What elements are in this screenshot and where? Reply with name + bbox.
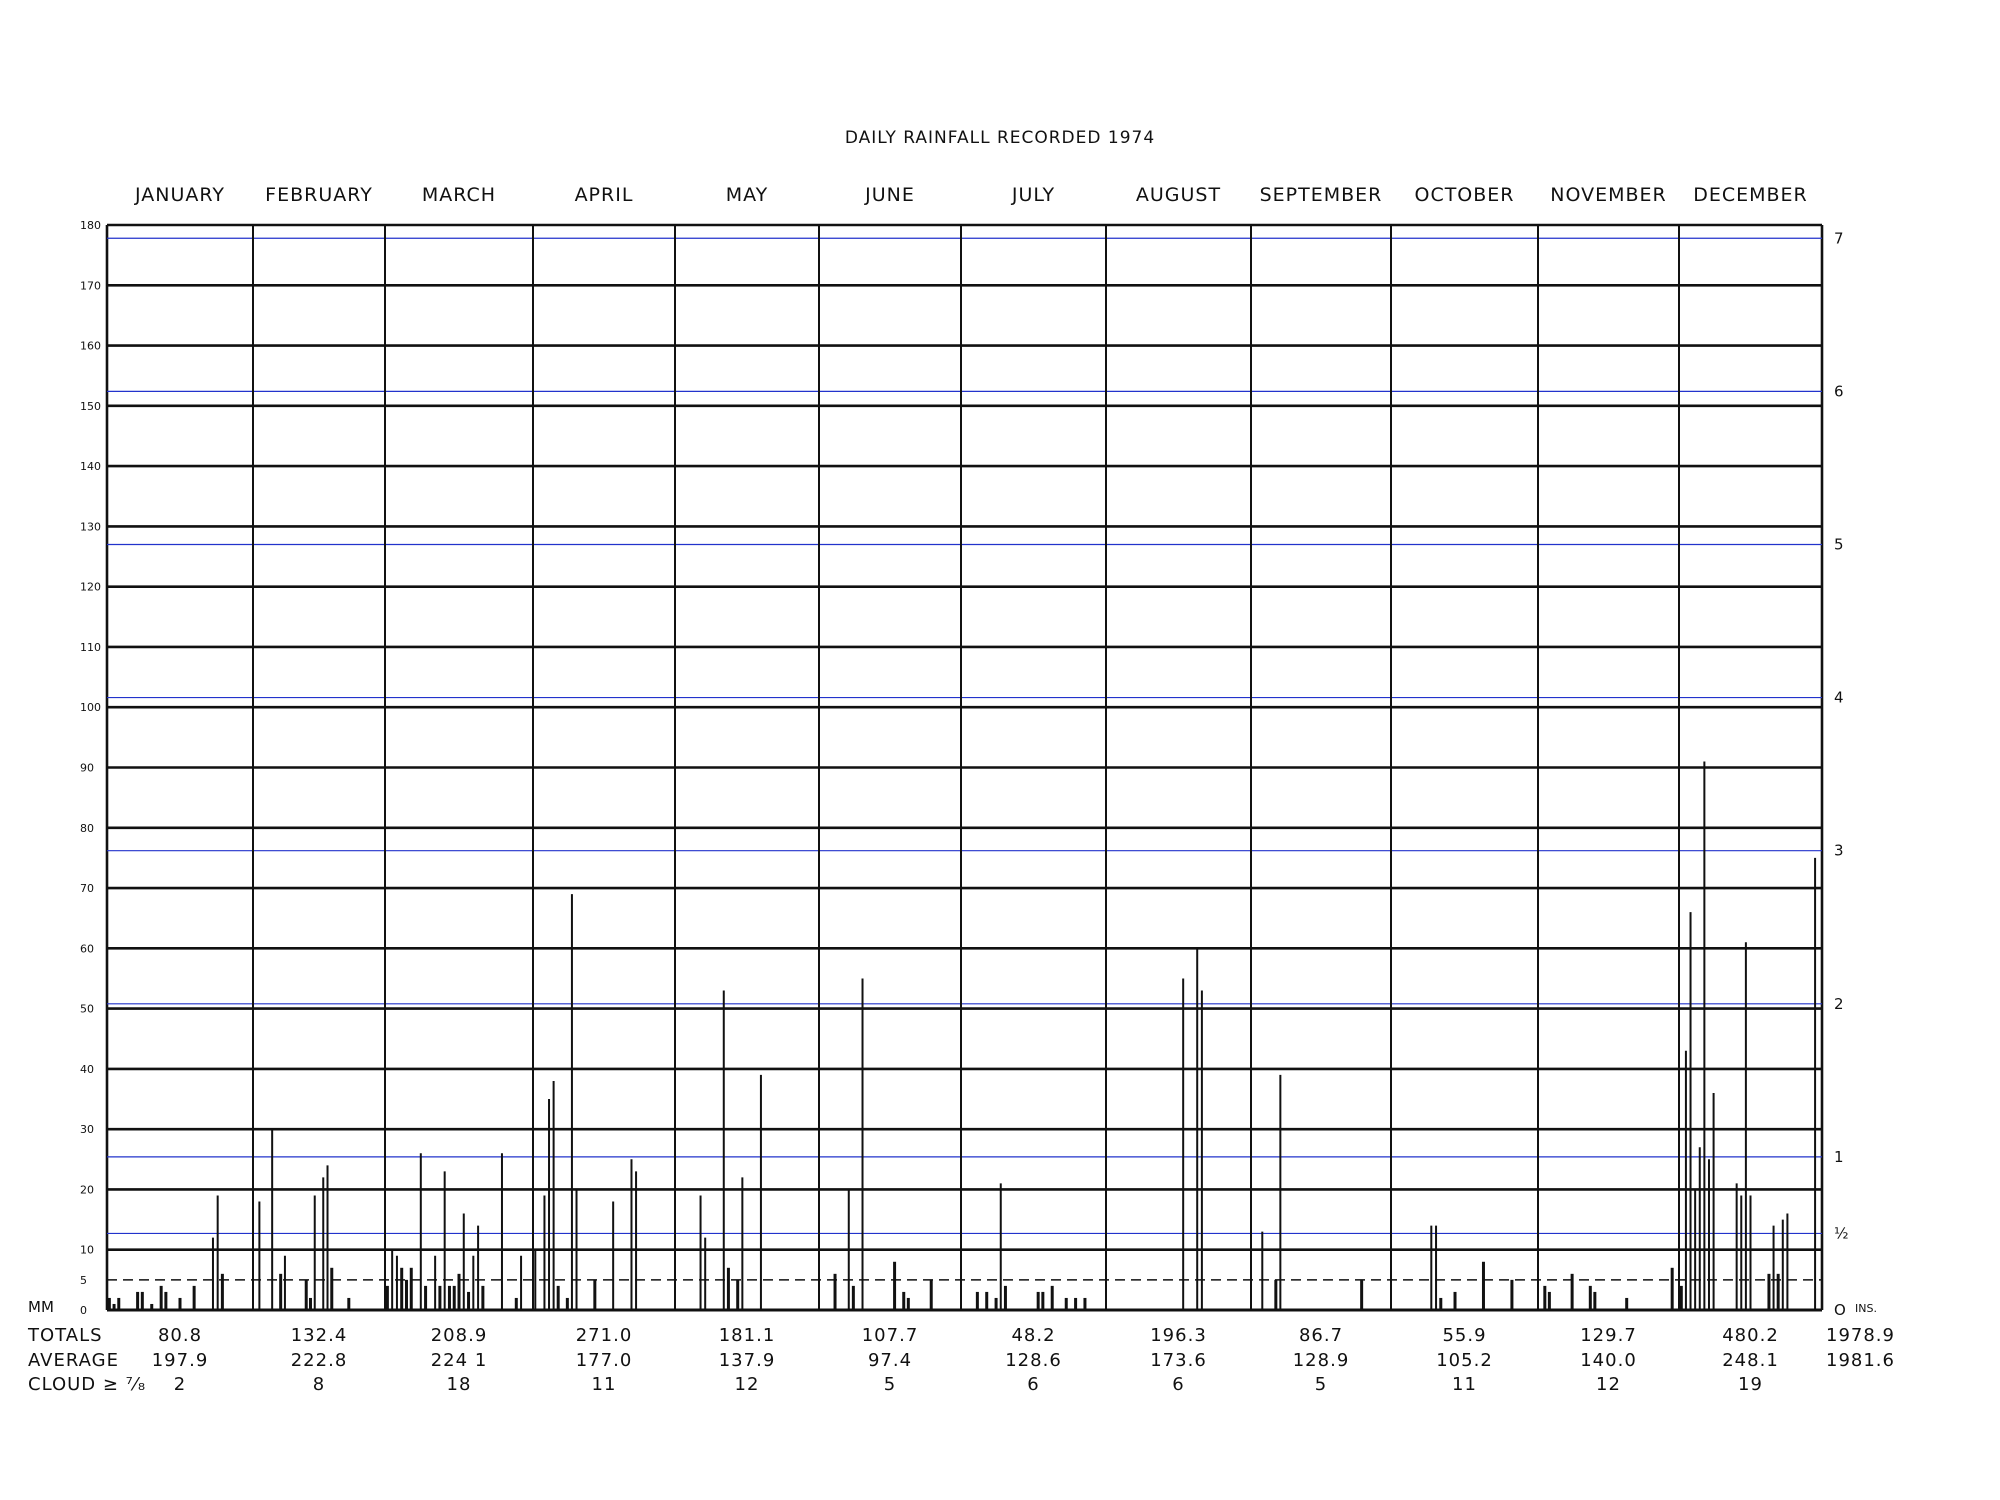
cloud-value-june: 5 <box>883 1374 897 1395</box>
month-header-july: JULY <box>1011 184 1056 206</box>
totals-value-december: 480.2 <box>1722 1325 1779 1346</box>
tick-label-20: 20 <box>80 1183 94 1196</box>
cloud-value-august: 6 <box>1172 1374 1185 1395</box>
tick-label-50: 50 <box>80 1003 94 1016</box>
average-value-april: 177.0 <box>575 1350 633 1371</box>
tick-label-60: 60 <box>80 942 94 955</box>
inch-label-5: 5 <box>1834 535 1844 553</box>
inch-axis-labels: O ½ 1 2 3 4 5 6 7 <box>1834 229 1849 1319</box>
average-value-june: 97.4 <box>867 1350 913 1371</box>
average-value-july: 128.6 <box>1005 1350 1062 1371</box>
totals-value-february: 132.4 <box>290 1325 348 1346</box>
tick-label-80: 80 <box>80 822 94 835</box>
average-value-november: 140.0 <box>1580 1350 1637 1371</box>
totals-value-june: 107.7 <box>861 1325 919 1346</box>
tick-label-140: 140 <box>80 460 101 473</box>
tick-label-120: 120 <box>80 581 101 594</box>
month-header-january: JANUARY <box>135 184 225 206</box>
month-header-april: APRIL <box>574 184 634 206</box>
tick-label-110: 110 <box>80 641 101 654</box>
average-value-may: 137.9 <box>718 1350 776 1371</box>
average-value-august: 173.6 <box>1150 1350 1207 1371</box>
inch-label-3: 3 <box>1834 842 1844 860</box>
average-value-september: 128.9 <box>1292 1350 1350 1371</box>
average-value-february: 222.8 <box>290 1350 348 1371</box>
cloud-value-april: 11 <box>591 1374 617 1395</box>
cloud-value-february: 8 <box>312 1374 326 1395</box>
inch-label-0.5: ½ <box>1834 1224 1849 1242</box>
totals-value-october: 55.9 <box>1442 1325 1487 1346</box>
totals-value-may: 181.1 <box>718 1325 776 1346</box>
month-header-august: AUGUST <box>1135 184 1222 206</box>
average-label: AVERAGE <box>28 1350 119 1371</box>
inch-grid <box>107 237 1822 1235</box>
tick-label-90: 90 <box>80 762 94 775</box>
tick-label-150: 150 <box>80 400 101 413</box>
totals-value-august: 196.3 <box>1150 1325 1207 1346</box>
inch-label-7: 7 <box>1834 229 1844 247</box>
inch-label-1: 1 <box>1834 1148 1844 1166</box>
month-header-march: MARCH <box>421 184 497 206</box>
totals-value-july: 48.2 <box>1011 1325 1056 1346</box>
rainfall-bars <box>107 761 1817 1310</box>
cloud-value-september: 5 <box>1314 1374 1328 1395</box>
cloud-value-january: 2 <box>173 1374 187 1395</box>
totals-value-april: 271.0 <box>575 1325 633 1346</box>
average-value-march: 224 1 <box>430 1350 488 1371</box>
month-header-june: JUNE <box>865 184 915 206</box>
chart-title: DAILY RAINFALL RECORDED 1974 <box>844 128 1156 148</box>
cloud-value-march: 18 <box>446 1374 472 1395</box>
tick-label-10: 10 <box>80 1244 94 1257</box>
cloud-value-july: 6 <box>1027 1374 1040 1395</box>
average-value-year: 1981.6 <box>1826 1350 1895 1371</box>
tick-label-160: 160 <box>80 340 101 353</box>
chart-grid <box>105 223 1824 1312</box>
mm-axis-title: MM <box>28 1298 54 1316</box>
inch-label-6: 6 <box>1834 382 1844 400</box>
tick-label-30: 30 <box>80 1123 94 1136</box>
month-header-february: FEBRUARY <box>265 184 373 206</box>
totals-label: TOTALS <box>28 1325 103 1346</box>
average-value-january: 197.9 <box>151 1350 209 1371</box>
month-header-december: DECEMBER <box>1693 184 1808 206</box>
totals-value-january: 80.8 <box>157 1325 203 1346</box>
average-value-december: 248.1 <box>1722 1350 1779 1371</box>
month-header-september: SEPTEMBER <box>1259 184 1383 206</box>
tick-label-170: 170 <box>80 279 101 292</box>
totals-value-september: 86.7 <box>1298 1325 1344 1346</box>
inch-label-4: 4 <box>1834 689 1844 707</box>
inch-label-2: 2 <box>1834 995 1844 1013</box>
tick-label-0: 0 <box>80 1304 87 1317</box>
inch-axis-title: INS. <box>1855 1302 1877 1315</box>
inch-label-0: O <box>1834 1301 1846 1319</box>
tick-label-130: 130 <box>80 520 101 533</box>
month-header-november: NOVEMBER <box>1550 184 1667 206</box>
month-header-may: MAY <box>725 184 769 206</box>
rainfall-chart: 0510203040506070809010011012013014015016… <box>28 219 1877 1319</box>
month-header-october: OCTOBER <box>1414 184 1515 206</box>
cloud-value-december: 19 <box>1738 1374 1763 1395</box>
average-value-october: 105.2 <box>1436 1350 1493 1371</box>
totals-value-november: 129.7 <box>1580 1325 1637 1346</box>
mm-axis-labels: 0 5 10 20 30 40 50 60 70 80 90 100 110 120 130 140 150 16… <box>80 219 101 1317</box>
tick-label-40: 40 <box>80 1063 94 1076</box>
tick-label-180: 180 <box>80 219 101 232</box>
tick-label-100: 100 <box>80 701 101 714</box>
tick-label-70: 70 <box>80 882 94 895</box>
cloud-value-october: 11 <box>1452 1374 1477 1395</box>
cloud-value-may: 12 <box>734 1374 760 1395</box>
totals-value-march: 208.9 <box>430 1325 488 1346</box>
cloud-value-november: 12 <box>1596 1374 1621 1395</box>
tick-label-5: 5 <box>80 1274 87 1287</box>
totals-value-year: 1978.9 <box>1826 1325 1895 1346</box>
